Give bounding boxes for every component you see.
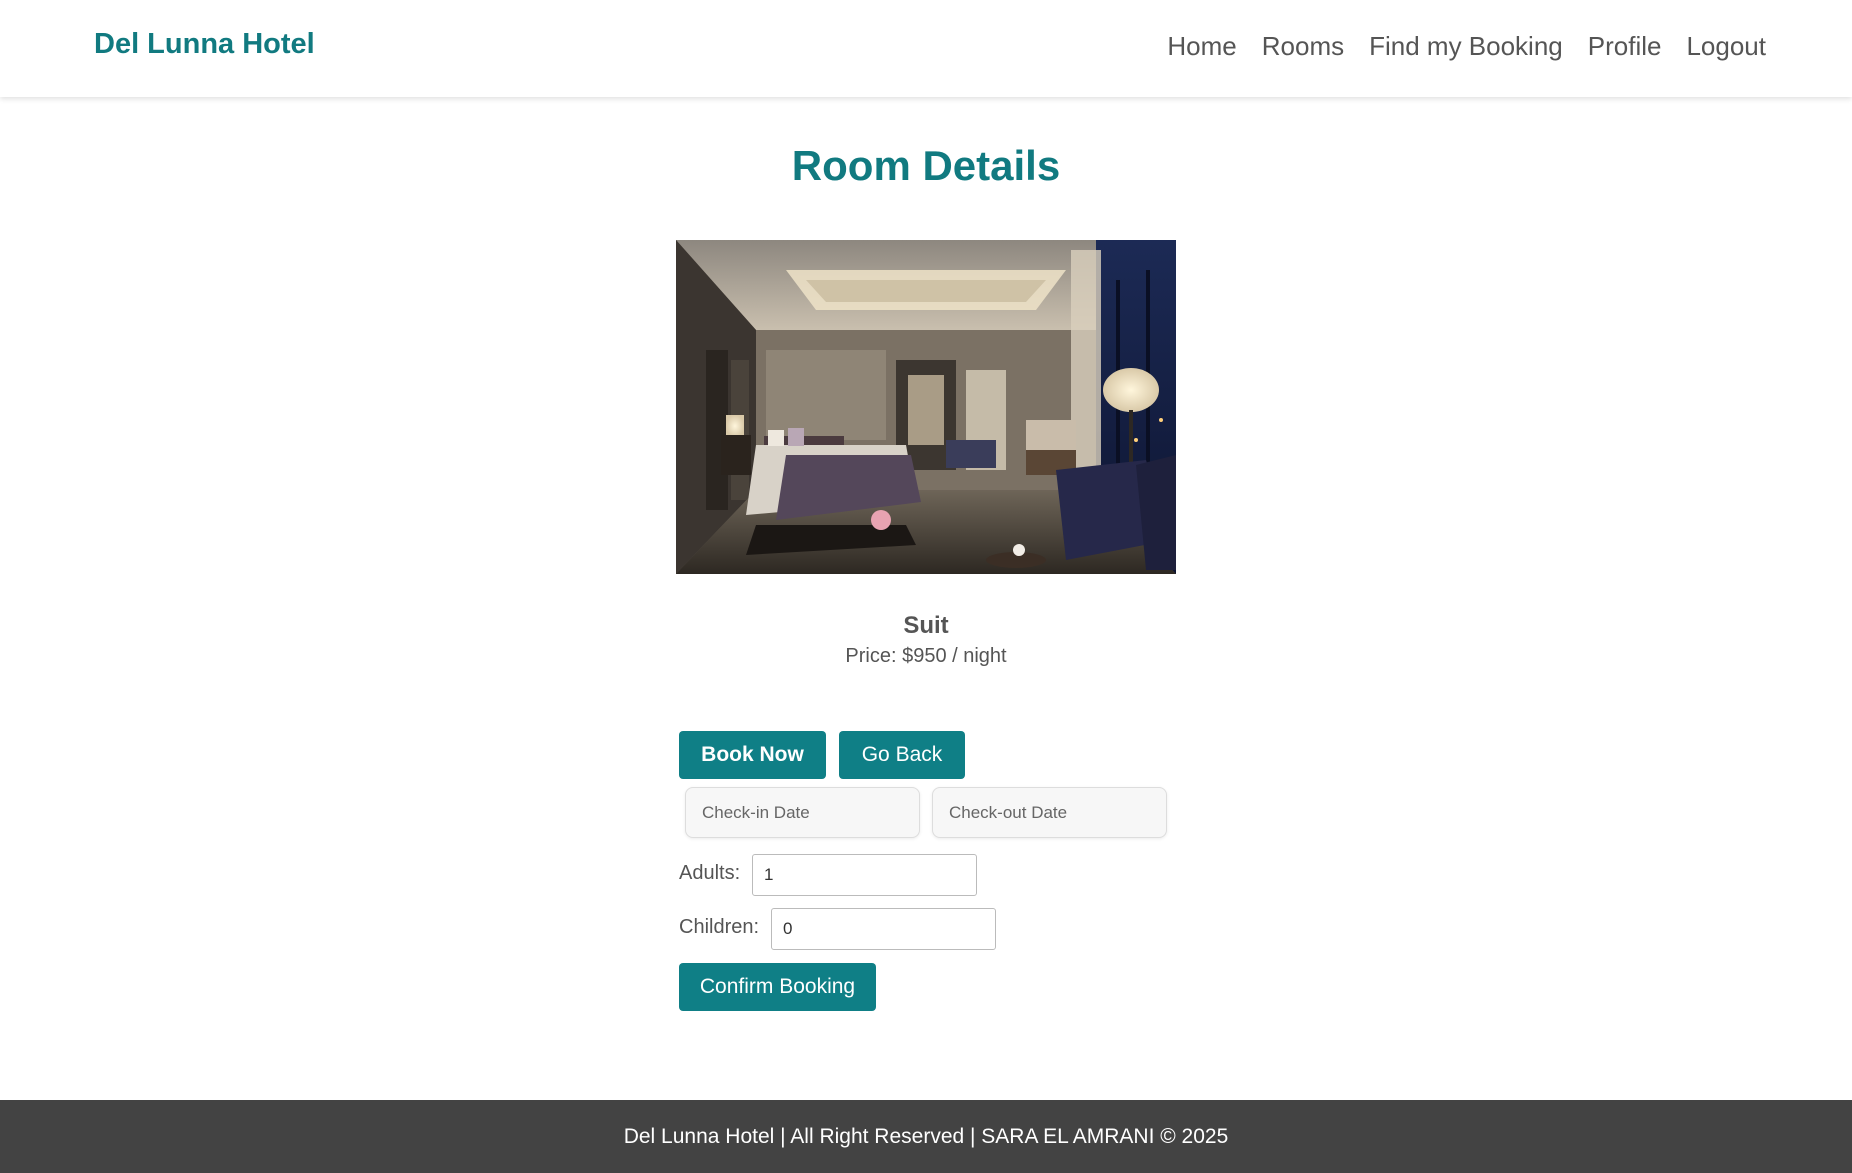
nav-home-link[interactable]: Home xyxy=(1167,31,1236,62)
nav-profile-link[interactable]: Profile xyxy=(1588,31,1662,62)
footer: Del Lunna Hotel | All Right Reserved | S… xyxy=(0,1100,1852,1173)
adults-input[interactable] xyxy=(752,854,977,896)
go-back-button[interactable]: Go Back xyxy=(839,731,965,779)
footer-copyright: Del Lunna Hotel | All Right Reserved | S… xyxy=(623,1125,1229,1148)
children-input[interactable] xyxy=(771,908,996,950)
brand-logo[interactable]: Del Lunna Hotel xyxy=(94,28,315,61)
room-price: Price: $950 / night xyxy=(845,645,1007,667)
nav-logout-link[interactable]: Logout xyxy=(1686,31,1766,62)
checkin-date-input[interactable] xyxy=(685,787,920,838)
children-label: Children: xyxy=(679,916,760,938)
room-photo xyxy=(676,240,1176,574)
room-name: Suit xyxy=(903,612,949,639)
page-title: Room Details xyxy=(791,142,1061,189)
main-nav: Home Rooms Find my Booking Profile Logou… xyxy=(1142,31,1766,62)
top-navigation-bar: Del Lunna Hotel Home Rooms Find my Booki… xyxy=(0,0,1852,97)
nav-find-booking-link[interactable]: Find my Booking xyxy=(1369,31,1563,62)
checkout-date-input[interactable] xyxy=(932,787,1167,838)
nav-rooms-link[interactable]: Rooms xyxy=(1262,31,1344,62)
book-now-button[interactable]: Book Now xyxy=(679,731,826,779)
confirm-booking-button[interactable]: Confirm Booking xyxy=(679,963,876,1011)
adults-label: Adults: xyxy=(679,862,741,884)
